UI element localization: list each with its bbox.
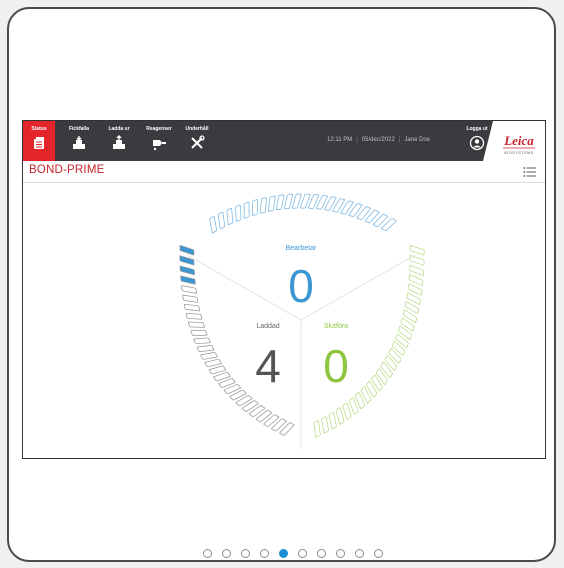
pagination-dot[interactable] bbox=[336, 549, 345, 558]
complete-slot bbox=[313, 420, 321, 438]
loaded-slot bbox=[183, 303, 201, 312]
complete-slot bbox=[409, 245, 425, 256]
loaded-slot bbox=[188, 321, 205, 328]
current-date: 05/dec/2022 bbox=[361, 137, 395, 143]
nav-fickfalla-label: Fickfalla bbox=[68, 126, 89, 132]
top-nav-bar: Status Fickfalla Ladda ur Reagenser Unde… bbox=[23, 121, 545, 161]
logo-brand-text: Leica bbox=[503, 133, 534, 148]
processing-slot bbox=[217, 211, 226, 230]
loaded-slot bbox=[190, 329, 208, 336]
nav-status[interactable]: Status bbox=[23, 121, 55, 161]
pagination-dot[interactable] bbox=[222, 549, 231, 558]
pagination-dot[interactable] bbox=[260, 549, 269, 558]
nav-reagenser[interactable]: Reagenser bbox=[141, 121, 177, 161]
processing-count: 0 bbox=[288, 260, 314, 312]
pagination-dots bbox=[203, 549, 403, 560]
unload-tray-icon bbox=[113, 135, 125, 149]
processing-ring bbox=[209, 193, 397, 234]
maintenance-tools-icon bbox=[191, 135, 205, 149]
loaded-slot bbox=[181, 285, 197, 294]
processing-label: Bearbetar bbox=[286, 245, 317, 252]
loaded-slot bbox=[204, 358, 222, 368]
complete-label: Slutföra bbox=[324, 323, 348, 330]
complete-slot bbox=[409, 264, 425, 276]
processing-slot bbox=[235, 204, 242, 222]
nav-ladda-ur-label: Ladda ur bbox=[108, 126, 130, 132]
complete-slot bbox=[321, 416, 329, 434]
clock-time: 12:11 PM bbox=[327, 137, 353, 143]
loaded-slot bbox=[196, 344, 214, 353]
loaded-slot bbox=[180, 275, 196, 285]
processing-slot bbox=[209, 216, 218, 234]
slide-rack-icon bbox=[34, 137, 44, 149]
loaded-slot bbox=[182, 294, 199, 303]
complete-slot bbox=[335, 407, 345, 425]
instrument-screen: Status Fickfalla Ladda ur Reagenser Unde… bbox=[22, 120, 546, 459]
complete-count: 0 bbox=[323, 340, 349, 392]
complete-slot bbox=[409, 255, 425, 266]
slide-status-wheel: Bearbetar 0 Laddad 4 Slutföra 0 bbox=[179, 193, 425, 449]
processing-slot bbox=[251, 199, 259, 216]
nav-ladda-ur[interactable]: Ladda ur bbox=[103, 121, 135, 161]
nav-status-label: Status bbox=[31, 126, 47, 132]
pagination-dot[interactable] bbox=[298, 549, 307, 558]
loaded-slot bbox=[179, 265, 195, 276]
title-bar: BOND-PRIME bbox=[23, 161, 545, 183]
complete-slot bbox=[328, 411, 337, 430]
logo-sub-text: BIOSYSTEMS bbox=[504, 151, 533, 155]
wheel-divider-top-left bbox=[186, 254, 302, 321]
processing-slot bbox=[275, 194, 285, 211]
complete-slot bbox=[407, 283, 423, 296]
list-menu-icon[interactable] bbox=[523, 166, 537, 178]
pagination-dot[interactable] bbox=[317, 549, 326, 558]
loaded-slot bbox=[185, 312, 203, 320]
loaded-slot bbox=[179, 255, 195, 266]
loaded-slot bbox=[200, 352, 218, 360]
processing-slot bbox=[259, 197, 267, 214]
pagination-dot[interactable] bbox=[355, 549, 364, 558]
processing-slot bbox=[291, 193, 302, 209]
processing-slot bbox=[267, 195, 276, 212]
status-info: 12:11 PM | 05/dec/2022 | Jane Doe bbox=[327, 137, 431, 143]
pagination-dot[interactable] bbox=[241, 549, 250, 558]
nav-fickfalla[interactable]: Fickfalla bbox=[63, 121, 95, 161]
nav-reagenser-label: Reagenser bbox=[146, 126, 172, 132]
processing-slot bbox=[243, 201, 250, 219]
nav-underhall-label: Underhåll bbox=[185, 126, 209, 132]
pagination-dot[interactable] bbox=[374, 549, 383, 558]
user-name: Jane Doe bbox=[404, 137, 431, 143]
complete-slot bbox=[408, 274, 424, 286]
loaded-label: Laddad bbox=[256, 323, 279, 330]
pagination-dot[interactable] bbox=[203, 549, 212, 558]
loaded-slot bbox=[193, 337, 211, 345]
loaded-slot bbox=[179, 245, 195, 256]
processing-slot bbox=[226, 207, 234, 226]
loaded-slot bbox=[208, 365, 227, 375]
nav-underhall[interactable]: Underhåll bbox=[181, 121, 213, 161]
load-tray-icon bbox=[73, 136, 85, 149]
complete-slot bbox=[342, 402, 352, 420]
pagination-dot[interactable] bbox=[279, 549, 288, 558]
page-title: BOND-PRIME bbox=[29, 164, 105, 176]
leica-logo: Leica BIOSYSTEMS bbox=[483, 121, 545, 161]
reagent-dropper-icon bbox=[153, 140, 166, 151]
processing-slot bbox=[283, 193, 294, 210]
wheel-divider-top-right bbox=[300, 254, 416, 321]
device-frame: Status Fickfalla Ladda ur Reagenser Unde… bbox=[7, 7, 556, 562]
loaded-count: 4 bbox=[255, 340, 281, 392]
